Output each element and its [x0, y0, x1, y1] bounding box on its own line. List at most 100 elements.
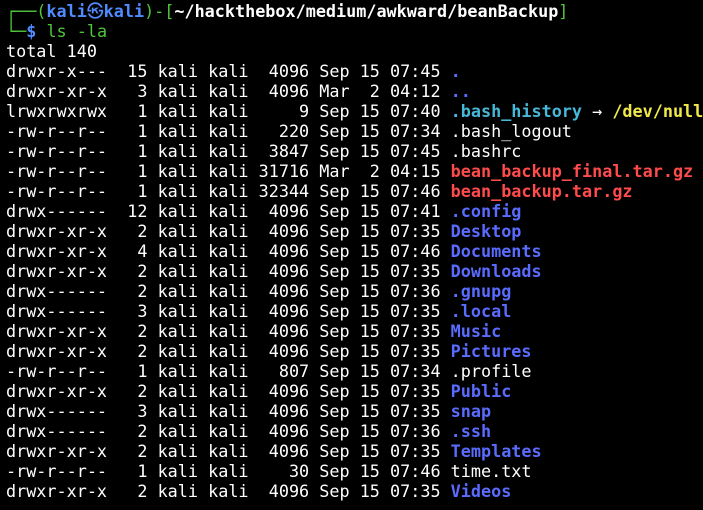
entry-name: Pictures: [450, 341, 532, 361]
entry-group: kali: [208, 341, 249, 361]
entry-day: 15: [359, 401, 380, 421]
terminal-window[interactable]: ┌──(kali㉿kali)-[~/hackthebox/medium/awkw…: [0, 0, 703, 510]
entry-day: 15: [359, 441, 380, 461]
entry-size: 4096: [258, 321, 310, 341]
list-item: drwxr-xr-x 2 kali kali 4096 Sep 15 07:35…: [0, 441, 703, 461]
entry-permissions: drwx------: [6, 421, 108, 441]
entry-group: kali: [208, 61, 249, 81]
entry-name: Downloads: [450, 261, 542, 281]
entry-time: 07:41: [390, 201, 441, 221]
entry-permissions: -rw-r--r--: [6, 361, 108, 381]
entry-permissions: -rw-r--r--: [6, 161, 108, 181]
entry-owner: kali: [157, 281, 198, 301]
entry-owner: kali: [157, 241, 198, 261]
entry-month: Sep: [319, 221, 350, 241]
entry-group: kali: [208, 321, 249, 341]
entry-month: Sep: [319, 401, 350, 421]
entry-month: Mar: [319, 161, 350, 181]
list-item: lrwxrwxrwx 1 kali kali 9 Sep 15 07:40 .b…: [0, 101, 703, 121]
entry-permissions: drwxr-xr-x: [6, 481, 108, 501]
entry-month: Sep: [319, 341, 350, 361]
entry-owner: kali: [157, 421, 198, 441]
command-line[interactable]: └─$ ls -la: [0, 21, 703, 41]
entry-name: .bash_logout: [450, 121, 572, 141]
entry-group: kali: [208, 241, 249, 261]
entry-name: .config: [450, 201, 522, 221]
entry-name: Documents: [450, 241, 542, 261]
entry-name: ..: [450, 81, 471, 101]
entry-group: kali: [208, 281, 249, 301]
entry-month: Sep: [319, 201, 350, 221]
entry-month: Sep: [319, 421, 350, 441]
entry-name: .gnupg: [450, 281, 512, 301]
list-item: -rw-r--r-- 1 kali kali 3847 Sep 15 07:45…: [0, 141, 703, 161]
entry-size: 4096: [258, 481, 310, 501]
entry-time: 07:36: [390, 281, 441, 301]
entry-links: 15: [117, 61, 148, 81]
entry-owner: kali: [157, 161, 198, 181]
entry-group: kali: [208, 381, 249, 401]
entry-group: kali: [208, 181, 249, 201]
entry-permissions: drwxr-xr-x: [6, 221, 108, 241]
entry-owner: kali: [157, 321, 198, 341]
entry-permissions: drwxr-xr-x: [6, 321, 108, 341]
entry-group: kali: [208, 441, 249, 461]
entry-links: 4: [117, 241, 148, 261]
entry-owner: kali: [157, 141, 198, 161]
skull-icon: ㉿: [86, 1, 104, 21]
entry-month: Sep: [319, 481, 350, 501]
entry-time: 04:15: [390, 161, 441, 181]
entry-group: kali: [208, 81, 249, 101]
entry-links: 1: [117, 361, 148, 381]
entry-day: 15: [359, 221, 380, 241]
total-line: total 140: [6, 41, 97, 61]
entry-time: 07:35: [390, 321, 441, 341]
listing: drwxr-x--- 15 kali kali 4096 Sep 15 07:4…: [0, 61, 703, 501]
entry-links: 3: [117, 301, 148, 321]
list-item: drwx------ 2 kali kali 4096 Sep 15 07:36…: [0, 421, 703, 441]
entry-symlink-target: /dev/null: [612, 101, 703, 121]
entry-name: Public: [450, 381, 512, 401]
entry-size: 4096: [258, 241, 310, 261]
entry-day: 15: [359, 321, 380, 341]
entry-month: Sep: [319, 261, 350, 281]
entry-day: 15: [359, 181, 380, 201]
entry-month: Sep: [319, 381, 350, 401]
entry-owner: kali: [157, 201, 198, 221]
entry-links: 1: [117, 461, 148, 481]
entry-time: 07:34: [390, 361, 441, 381]
entry-permissions: drwx------: [6, 301, 108, 321]
entry-permissions: drwxr-xr-x: [6, 241, 108, 261]
entry-day: 15: [359, 201, 380, 221]
entry-links: 2: [117, 261, 148, 281]
symlink-arrow-icon: →: [582, 101, 613, 121]
entry-time: 04:12: [390, 81, 441, 101]
entry-size: 220: [258, 121, 310, 141]
entry-size: 4096: [258, 201, 310, 221]
entry-owner: kali: [157, 101, 198, 121]
list-item: -rw-r--r-- 1 kali kali 807 Sep 15 07:34 …: [0, 361, 703, 381]
entry-time: 07:35: [390, 221, 441, 241]
entry-size: 4096: [258, 421, 310, 441]
entry-time: 07:35: [390, 341, 441, 361]
entry-day: 15: [359, 461, 380, 481]
entry-name: snap: [450, 401, 492, 421]
entry-size: 4096: [258, 381, 310, 401]
entry-permissions: -rw-r--r--: [6, 141, 108, 161]
entry-month: Sep: [319, 61, 350, 81]
entry-day: 15: [359, 341, 380, 361]
entry-size: 31716: [258, 161, 310, 181]
entry-day: 2: [359, 161, 380, 181]
entry-size: 3847: [258, 141, 310, 161]
entry-links: 2: [117, 221, 148, 241]
entry-time: 07:45: [390, 141, 441, 161]
entry-name: .profile: [450, 361, 532, 381]
entry-owner: kali: [157, 221, 198, 241]
entry-month: Sep: [319, 181, 350, 201]
entry-owner: kali: [157, 121, 198, 141]
entry-size: 4096: [258, 281, 310, 301]
list-item: drwx------ 3 kali kali 4096 Sep 15 07:35…: [0, 301, 703, 321]
entry-group: kali: [208, 301, 249, 321]
entry-day: 15: [359, 141, 380, 161]
entry-links: 12: [117, 201, 148, 221]
